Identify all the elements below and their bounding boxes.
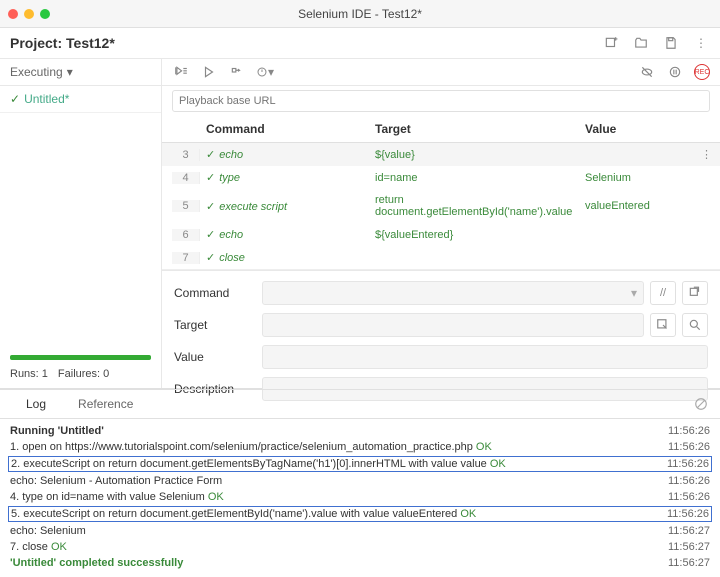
open-new-window-button[interactable]	[682, 281, 708, 305]
row-target: ${valueEntered}	[375, 229, 585, 241]
run-current-icon[interactable]	[200, 63, 218, 81]
disable-breakpoints-icon[interactable]	[638, 63, 656, 81]
content-panel: ▾ REC Command Target Value 3✓echo${value…	[162, 59, 720, 388]
project-bar: Project: Test12* ⋮	[0, 28, 720, 59]
speed-icon[interactable]: ▾	[256, 63, 274, 81]
row-command: ✓echo	[200, 228, 375, 241]
test-item[interactable]: ✓ Untitled*	[0, 86, 161, 113]
row-number: 3	[172, 149, 200, 161]
row-number: 7	[172, 252, 200, 264]
log-panel: Running 'Untitled'11:56:261. open on htt…	[0, 419, 720, 577]
row-command: ✓execute script	[200, 200, 375, 213]
pass-check-icon: ✓	[206, 252, 215, 264]
header-command: Command	[200, 122, 375, 136]
row-menu-icon[interactable]: ⋮	[701, 148, 712, 161]
form-target-label: Target	[174, 318, 254, 332]
log-entry: 7. close OK11:56:27	[0, 539, 720, 555]
log-entry: 4. type on id=name with value Selenium O…	[0, 489, 720, 505]
tab-reference[interactable]: Reference	[62, 391, 149, 417]
titlebar: Selenium IDE - Test12*	[0, 0, 720, 28]
command-grid: 3✓echo${value}⋮4✓typeid=nameSelenium5✓ex…	[162, 143, 720, 269]
open-project-icon[interactable]	[632, 34, 650, 52]
test-status-label: Executing	[10, 65, 63, 79]
log-entry: 'Untitled' completed successfully11:56:2…	[0, 555, 720, 571]
form-value-label: Value	[174, 350, 254, 364]
row-command: ✓type	[200, 171, 375, 184]
base-url-input[interactable]	[172, 90, 710, 112]
progress-bar	[10, 355, 151, 360]
row-target: id=name	[375, 172, 585, 184]
project-name: Test12*	[66, 35, 115, 51]
main-area: Executing ▾ ✓ Untitled* Runs: 1 Failures:…	[0, 59, 720, 389]
clear-log-icon[interactable]	[692, 395, 710, 413]
project-label: Project:	[10, 35, 62, 51]
row-target: ${value}	[375, 149, 585, 161]
log-entry: 1. open on https://www.tutorialspoint.co…	[0, 439, 720, 455]
chevron-down-icon: ▾	[67, 65, 73, 79]
test-status-dropdown[interactable]: Executing ▾	[0, 59, 161, 86]
target-input[interactable]	[262, 313, 644, 337]
pass-check-icon: ✓	[206, 229, 215, 241]
row-target: return document.getElementById('name').v…	[375, 194, 585, 218]
enable-command-button[interactable]: //	[650, 281, 676, 305]
value-input[interactable]	[262, 345, 708, 369]
row-value: valueEntered	[585, 200, 710, 212]
log-entry: echo: Selenium11:56:27	[0, 523, 720, 539]
more-icon[interactable]: ⋮	[692, 34, 710, 52]
row-number: 5	[172, 200, 200, 212]
pass-check-icon: ✓	[10, 92, 20, 106]
log-entry: echo: Selenium - Automation Practice For…	[0, 473, 720, 489]
record-icon[interactable]: REC	[694, 64, 710, 80]
log-entry: 2. executeScript on return document.getE…	[8, 456, 712, 472]
command-row[interactable]: 3✓echo${value} ⋮	[162, 143, 720, 166]
test-name: Untitled*	[24, 92, 69, 106]
window-title: Selenium IDE - Test12*	[0, 7, 720, 21]
header-value: Value	[585, 122, 710, 136]
step-over-icon[interactable]	[228, 63, 246, 81]
command-row[interactable]: 5✓execute scriptreturn document.getEleme…	[162, 189, 720, 223]
runs-count: Runs: 1	[10, 368, 48, 380]
command-row[interactable]: 6✓echo${valueEntered}	[162, 223, 720, 246]
pass-check-icon: ✓	[206, 149, 215, 161]
pause-on-exceptions-icon[interactable]	[666, 63, 684, 81]
new-project-icon[interactable]	[602, 34, 620, 52]
find-target-button[interactable]	[682, 313, 708, 337]
save-project-icon[interactable]	[662, 34, 680, 52]
toolbar: ▾ REC	[162, 59, 720, 86]
command-grid-header: Command Target Value	[162, 116, 720, 143]
bottom-tabs: Log Reference	[0, 389, 720, 419]
row-command: ✓close	[200, 251, 375, 264]
select-target-button[interactable]	[650, 313, 676, 337]
row-number: 4	[172, 172, 200, 184]
pass-check-icon: ✓	[206, 172, 215, 184]
form-command-label: Command	[174, 286, 254, 300]
log-entry: Running 'Untitled'11:56:26	[0, 423, 720, 439]
command-row[interactable]: 7✓close	[162, 246, 720, 269]
tab-log[interactable]: Log	[10, 391, 62, 417]
header-target: Target	[375, 122, 585, 136]
row-value: Selenium	[585, 172, 710, 184]
command-row[interactable]: 4✓typeid=nameSelenium	[162, 166, 720, 189]
run-all-icon[interactable]	[172, 63, 190, 81]
pass-check-icon: ✓	[206, 201, 215, 213]
row-number: 6	[172, 229, 200, 241]
command-select[interactable]: ▾	[262, 281, 644, 305]
failures-count: Failures: 0	[58, 368, 109, 380]
sidebar: Executing ▾ ✓ Untitled* Runs: 1 Failures:…	[0, 59, 162, 388]
row-command: ✓echo	[200, 148, 375, 161]
log-entry: 5. executeScript on return document.getE…	[8, 506, 712, 522]
